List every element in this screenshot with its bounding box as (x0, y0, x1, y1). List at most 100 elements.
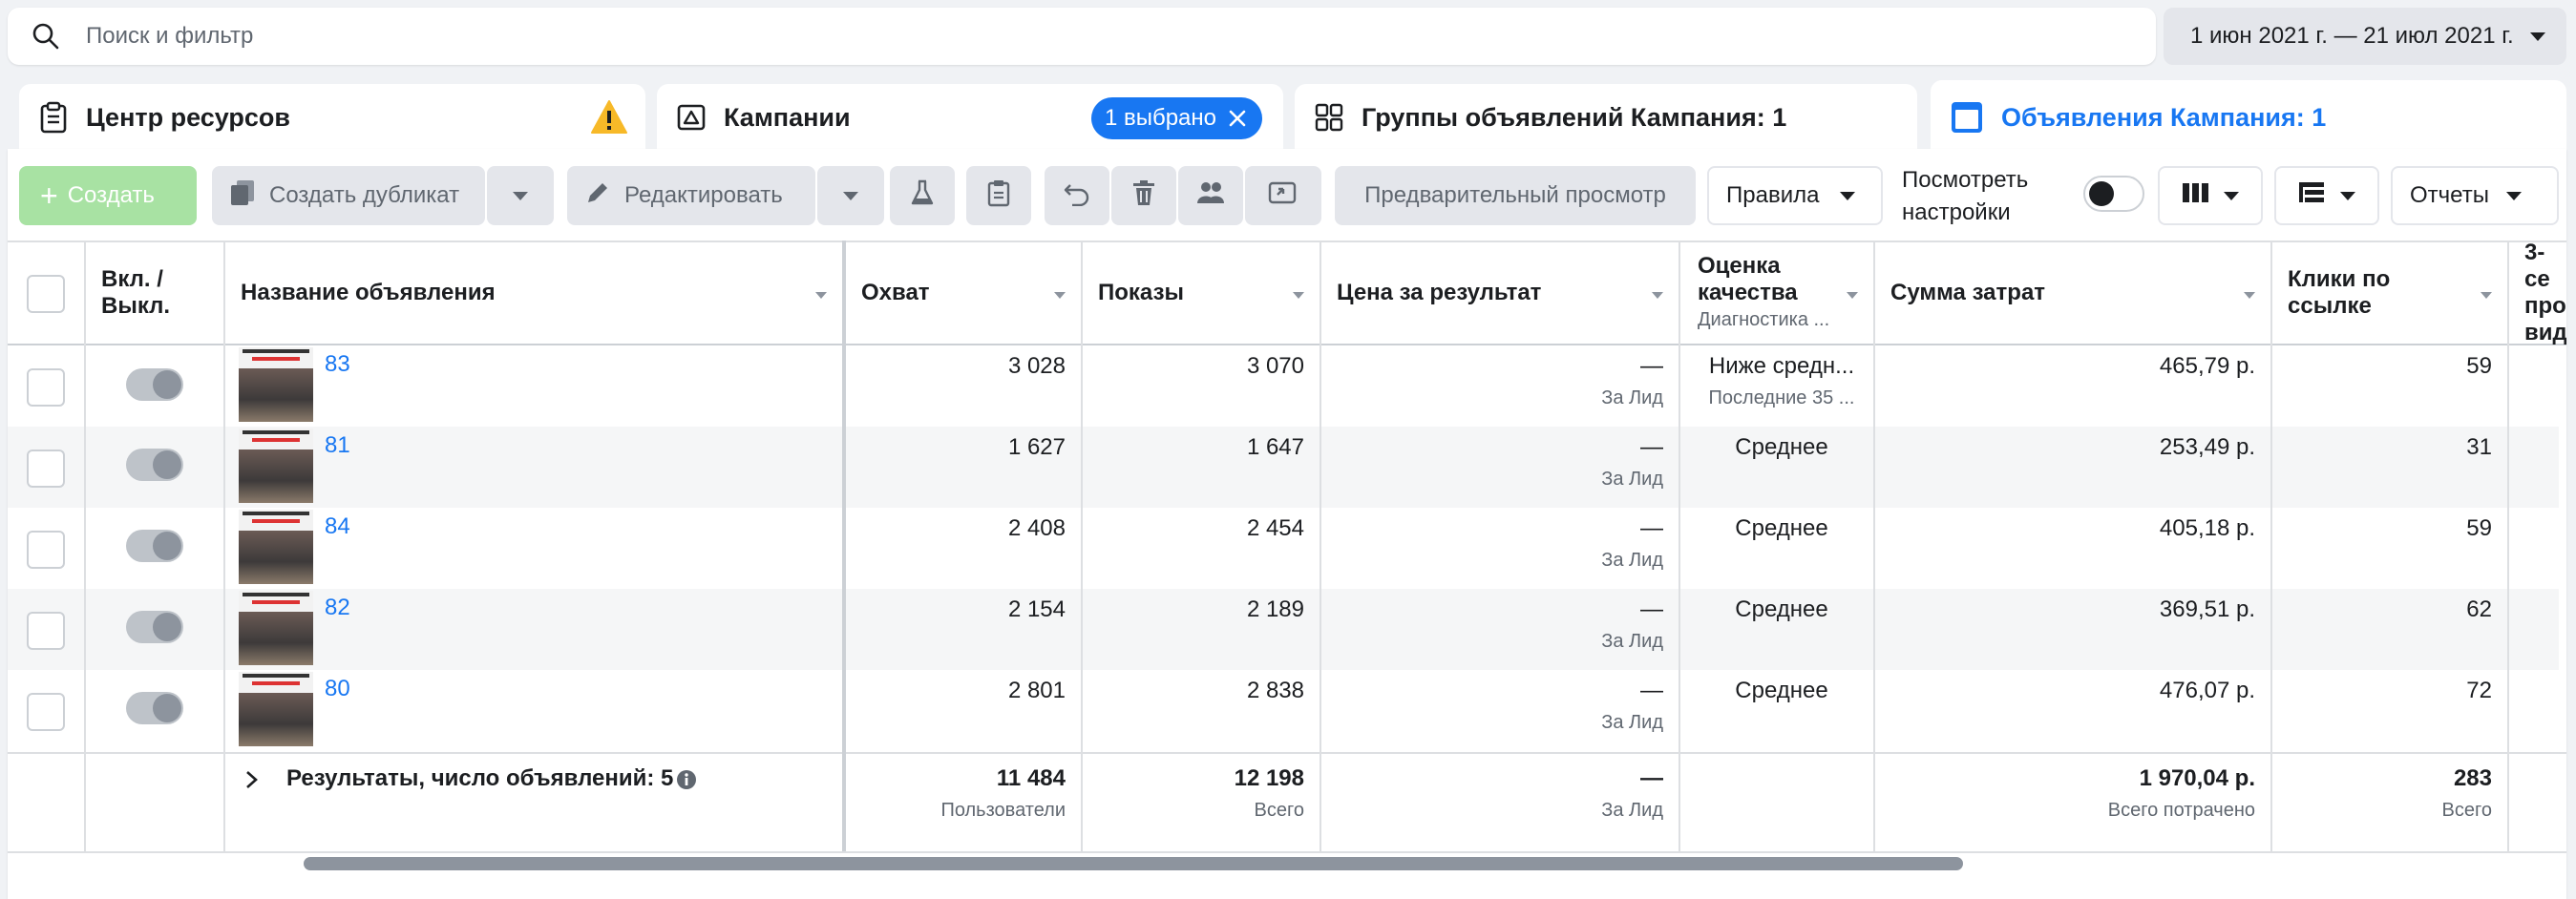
cost-subtext: За Лид (1601, 631, 1663, 652)
ad-status-toggle[interactable] (126, 611, 183, 643)
reports-button[interactable]: Отчеты (2391, 166, 2559, 225)
select-all-checkbox[interactable] (27, 275, 65, 313)
column-divider (84, 240, 86, 851)
header-text: Выкл. (101, 293, 171, 319)
quality-value[interactable]: Среднее (1694, 596, 1869, 623)
undo-button[interactable] (1045, 166, 1109, 225)
total-impressions-subtext: Всего (1254, 800, 1304, 821)
ad-thumbnail[interactable] (239, 510, 313, 584)
column-divider (2507, 240, 2509, 851)
sort-icon[interactable] (1054, 292, 1066, 299)
column-header-impressions[interactable]: Показы (1098, 240, 1184, 345)
ad-thumbnail[interactable] (239, 591, 313, 665)
tab-ads[interactable]: Объявления Кампания: 1 (1931, 80, 2566, 155)
date-range-picker[interactable]: 1 июн 2021 г. — 21 июл 2021 г. (2164, 8, 2566, 65)
quality-value[interactable]: Среднее (1694, 434, 1869, 461)
ad-thumbnail[interactable] (239, 672, 313, 746)
column-header-reach[interactable]: Охват (861, 240, 930, 345)
view-settings-toggle[interactable] (2083, 176, 2144, 212)
search-bar[interactable]: Поиск и фильтр (8, 8, 2156, 65)
column-header-cost-per-result[interactable]: Цена за результат (1337, 240, 1541, 345)
cost-value: — (1640, 434, 1663, 460)
date-range-label: 1 июн 2021 г. — 21 июл 2021 г. (2190, 23, 2514, 49)
ad-status-toggle[interactable] (126, 449, 183, 481)
audience-button[interactable] (1178, 166, 1243, 225)
trash-icon (1131, 179, 1156, 213)
spend-value: 369,51 р. (2159, 596, 2255, 622)
close-icon[interactable] (1226, 107, 1249, 136)
sort-icon[interactable] (1847, 292, 1858, 299)
tab-account-overview[interactable]: Центр ресурсов (19, 84, 645, 151)
info-icon[interactable] (676, 769, 697, 795)
column-header-spend[interactable]: Сумма затрат (1890, 240, 2045, 345)
ad-name-link[interactable]: 83 (325, 351, 350, 378)
rules-button[interactable]: Правила (1707, 166, 1883, 225)
column-header-quality[interactable]: Оценка качества Диагностика ... (1698, 240, 1829, 345)
quality-value[interactable]: Ниже средн... (1694, 353, 1869, 380)
clipboard-button[interactable] (966, 166, 1031, 225)
ad-status-toggle[interactable] (126, 530, 183, 562)
column-header-onoff[interactable]: Вкл. / Выкл. (101, 240, 170, 345)
column-divider (1320, 240, 1321, 851)
warning-icon[interactable] (590, 99, 628, 142)
chevron-down-icon (2505, 191, 2522, 200)
ad-name-link[interactable]: 81 (325, 432, 350, 459)
ad-name-link[interactable]: 80 (325, 676, 350, 702)
expand-totals-icon[interactable] (244, 769, 260, 795)
sort-icon[interactable] (815, 292, 827, 299)
ad-status-toggle[interactable] (126, 692, 183, 724)
ad-status-toggle[interactable] (126, 368, 183, 401)
edit-dropdown[interactable] (817, 166, 884, 225)
ad-thumbnail[interactable] (239, 429, 313, 503)
ad-thumbnail[interactable] (239, 347, 313, 422)
delete-button[interactable] (1111, 166, 1176, 225)
search-input[interactable]: Поиск и фильтр (86, 23, 253, 50)
sort-icon[interactable] (2244, 292, 2255, 299)
cost-value: — (1640, 353, 1663, 379)
sort-icon[interactable] (1293, 292, 1304, 299)
share-button[interactable] (1245, 166, 1321, 225)
total-spend-subtext: Всего потрачено (2107, 800, 2255, 821)
tab-label: Кампании (724, 102, 851, 132)
column-header-3sec-views[interactable]: 3-се про вид (2524, 240, 2566, 345)
quality-subtext: Последние 35 ... (1708, 387, 1855, 408)
campaign-icon (676, 102, 707, 133)
column-divider (223, 240, 225, 851)
header-text: ссылке (2288, 293, 2372, 319)
total-spend: 1 970,04 р. (2139, 765, 2255, 791)
breakdown-icon (2298, 180, 2327, 212)
sort-icon[interactable] (1652, 292, 1663, 299)
row-checkbox[interactable] (27, 450, 65, 488)
ad-name-link[interactable]: 84 (325, 513, 350, 540)
sort-icon[interactable] (2481, 292, 2492, 299)
row-checkbox[interactable] (27, 368, 65, 407)
ab-test-button[interactable] (890, 166, 955, 225)
header-text: Оценка (1698, 253, 1781, 279)
columns-icon (2182, 181, 2210, 211)
thumb-text (252, 357, 300, 361)
column-header-link-clicks[interactable]: Клики по ссылке (2288, 240, 2390, 345)
thumb-text (252, 519, 300, 523)
row-checkbox[interactable] (27, 612, 65, 650)
quality-value[interactable]: Среднее (1694, 678, 1869, 704)
columns-button[interactable] (2158, 166, 2263, 225)
duplicate-dropdown[interactable] (487, 166, 554, 225)
create-button[interactable]: + Создать (19, 166, 197, 225)
chevron-down-icon (513, 191, 528, 200)
tab-ad-sets[interactable]: Группы объявлений Кампания: 1 (1295, 84, 1917, 151)
chevron-down-icon (2340, 191, 2355, 200)
header-text: Охват (861, 280, 930, 305)
breakdown-button[interactable] (2274, 166, 2379, 225)
selection-badge[interactable]: 1 выбрано (1090, 97, 1262, 139)
thumb-text (243, 349, 309, 353)
column-header-ad-name[interactable]: Название объявления (241, 240, 496, 345)
row-checkbox[interactable] (27, 693, 65, 731)
preview-button[interactable]: Предварительный просмотр (1335, 166, 1696, 225)
duplicate-button[interactable]: Создать дубликат (212, 166, 485, 225)
tab-campaigns[interactable]: Кампании 1 выбрано (657, 84, 1283, 151)
horizontal-scrollbar[interactable] (304, 857, 1963, 870)
quality-value[interactable]: Среднее (1694, 515, 1869, 542)
edit-button[interactable]: Редактировать (567, 166, 815, 225)
row-checkbox[interactable] (27, 531, 65, 569)
ad-name-link[interactable]: 82 (325, 595, 350, 621)
